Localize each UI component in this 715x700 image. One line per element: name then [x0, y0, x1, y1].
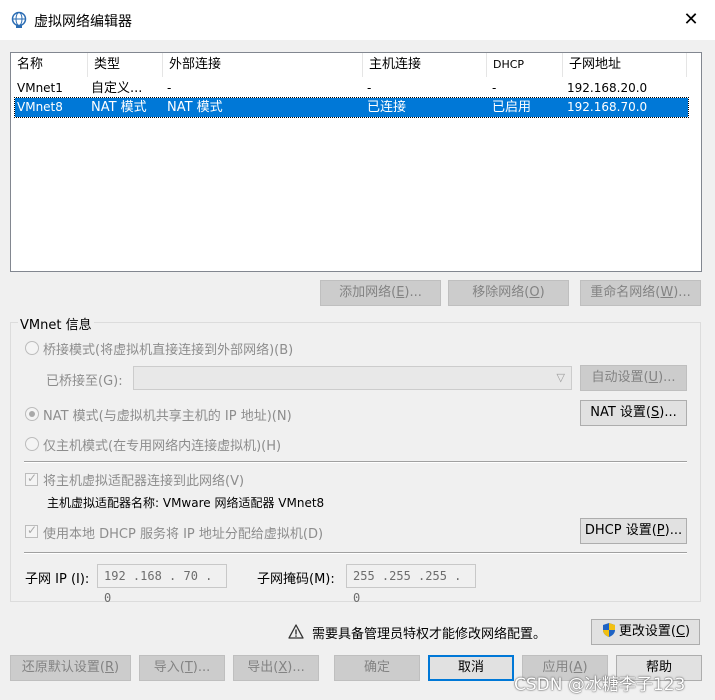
- hostonly-label: 仅主机模式(在专用网络内连接虚拟机)(H): [43, 439, 282, 454]
- subnet-ip-field[interactable]: 192 .168 . 70 . 0: [97, 564, 227, 605]
- divider: [24, 552, 687, 554]
- bridged-radio[interactable]: [25, 341, 39, 355]
- rename-network-button[interactable]: 重命名网络(W)...: [580, 280, 701, 306]
- cell-subnet: 192.168.70.0: [567, 100, 648, 114]
- bridged-to-select[interactable]: ▽: [133, 366, 572, 390]
- export-button[interactable]: 导出(X)...: [233, 655, 319, 681]
- group-title: VMnet 信息: [18, 314, 94, 333]
- close-icon[interactable]: ✕: [678, 8, 704, 32]
- cell-subnet: 192.168.20.0: [567, 81, 648, 95]
- use-dhcp-checkbox[interactable]: ✓: [25, 523, 38, 538]
- cell-name: VMnet8: [17, 100, 63, 114]
- window-title: 虚拟网络编辑器: [34, 14, 132, 30]
- admin-notice-text: 需要具备管理员特权才能修改网络配置。: [312, 627, 547, 642]
- subnet-ip-label: 子网 IP (I):: [25, 572, 90, 587]
- column-header-external[interactable]: 外部连接: [163, 53, 363, 77]
- network-list[interactable]: 名称 类型 外部连接 主机连接 DHCP 子网地址 VMnet1 自定义... …: [10, 52, 702, 272]
- uac-shield-icon: [602, 623, 615, 637]
- cell-name: VMnet1: [17, 81, 63, 95]
- cell-external: -: [167, 81, 172, 95]
- subnet-mask-field[interactable]: 255 .255 .255 . 0: [346, 564, 476, 605]
- adapter-name-text: 主机虚拟适配器名称: VMware 网络适配器 VMnet8: [47, 496, 325, 510]
- cell-dhcp: 已启用: [492, 100, 532, 115]
- connect-adapter-label: 将主机虚拟适配器连接到此网络(V): [43, 474, 245, 489]
- network-editor-icon: [11, 11, 27, 28]
- divider: [24, 461, 687, 463]
- nat-label: NAT 模式(与虚拟机共享主机的 IP 地址)(N): [43, 409, 292, 424]
- change-settings-button[interactable]: 更改设置(C): [591, 619, 700, 645]
- use-dhcp-label: 使用本地 DHCP 服务将 IP 地址分配给虚拟机(D): [43, 527, 324, 542]
- import-button[interactable]: 导入(T)...: [139, 655, 225, 681]
- table-row-vmnet8[interactable]: VMnet8 NAT 模式 NAT 模式 已连接 已启用 192.168.70.…: [14, 97, 689, 118]
- cancel-button[interactable]: 取消: [428, 655, 514, 681]
- list-header: 名称 类型 外部连接 主机连接 DHCP 子网地址: [11, 53, 701, 77]
- cell-type: 自定义...: [91, 81, 143, 96]
- cell-host: 已连接: [367, 100, 407, 115]
- cell-type: NAT 模式: [91, 100, 147, 115]
- cell-host: -: [367, 81, 372, 95]
- checkmark-icon: ✓: [27, 471, 38, 485]
- column-header-host[interactable]: 主机连接: [363, 53, 487, 77]
- column-header-dhcp[interactable]: DHCP: [487, 53, 563, 77]
- column-header-name[interactable]: 名称: [11, 53, 88, 77]
- cell-external: NAT 模式: [167, 100, 223, 115]
- chevron-down-icon: ▽: [556, 371, 565, 384]
- connect-adapter-checkbox[interactable]: ✓: [25, 471, 38, 486]
- column-header-subnet[interactable]: 子网地址: [563, 53, 687, 77]
- watermark-text: CSDN @冰糖李子123: [514, 675, 686, 695]
- title-bar: 虚拟网络编辑器 ✕: [0, 0, 715, 40]
- bridged-label: 桥接模式(将虚拟机直接连接到外部网络)(B): [43, 343, 294, 358]
- cell-dhcp: -: [492, 81, 497, 95]
- nat-settings-button[interactable]: NAT 设置(S)...: [580, 400, 687, 426]
- remove-network-button[interactable]: 移除网络(O): [448, 280, 569, 306]
- auto-settings-button[interactable]: 自动设置(U)...: [580, 365, 687, 391]
- bridged-to-label: 已桥接至(G):: [46, 374, 123, 389]
- ok-button[interactable]: 确定: [334, 655, 420, 681]
- add-network-button[interactable]: 添加网络(E)...: [320, 280, 441, 306]
- column-header-type[interactable]: 类型: [88, 53, 163, 77]
- subnet-mask-label: 子网掩码(M):: [257, 572, 335, 587]
- nat-radio[interactable]: [25, 407, 39, 421]
- dhcp-settings-button[interactable]: DHCP 设置(P)...: [580, 518, 687, 544]
- hostonly-radio[interactable]: [25, 437, 39, 451]
- table-row-vmnet1[interactable]: VMnet1 自定义... - - - 192.168.20.0: [15, 79, 688, 98]
- restore-defaults-button[interactable]: 还原默认设置(R): [10, 655, 131, 681]
- warning-icon: [288, 624, 304, 639]
- checkmark-icon: ✓: [27, 523, 38, 537]
